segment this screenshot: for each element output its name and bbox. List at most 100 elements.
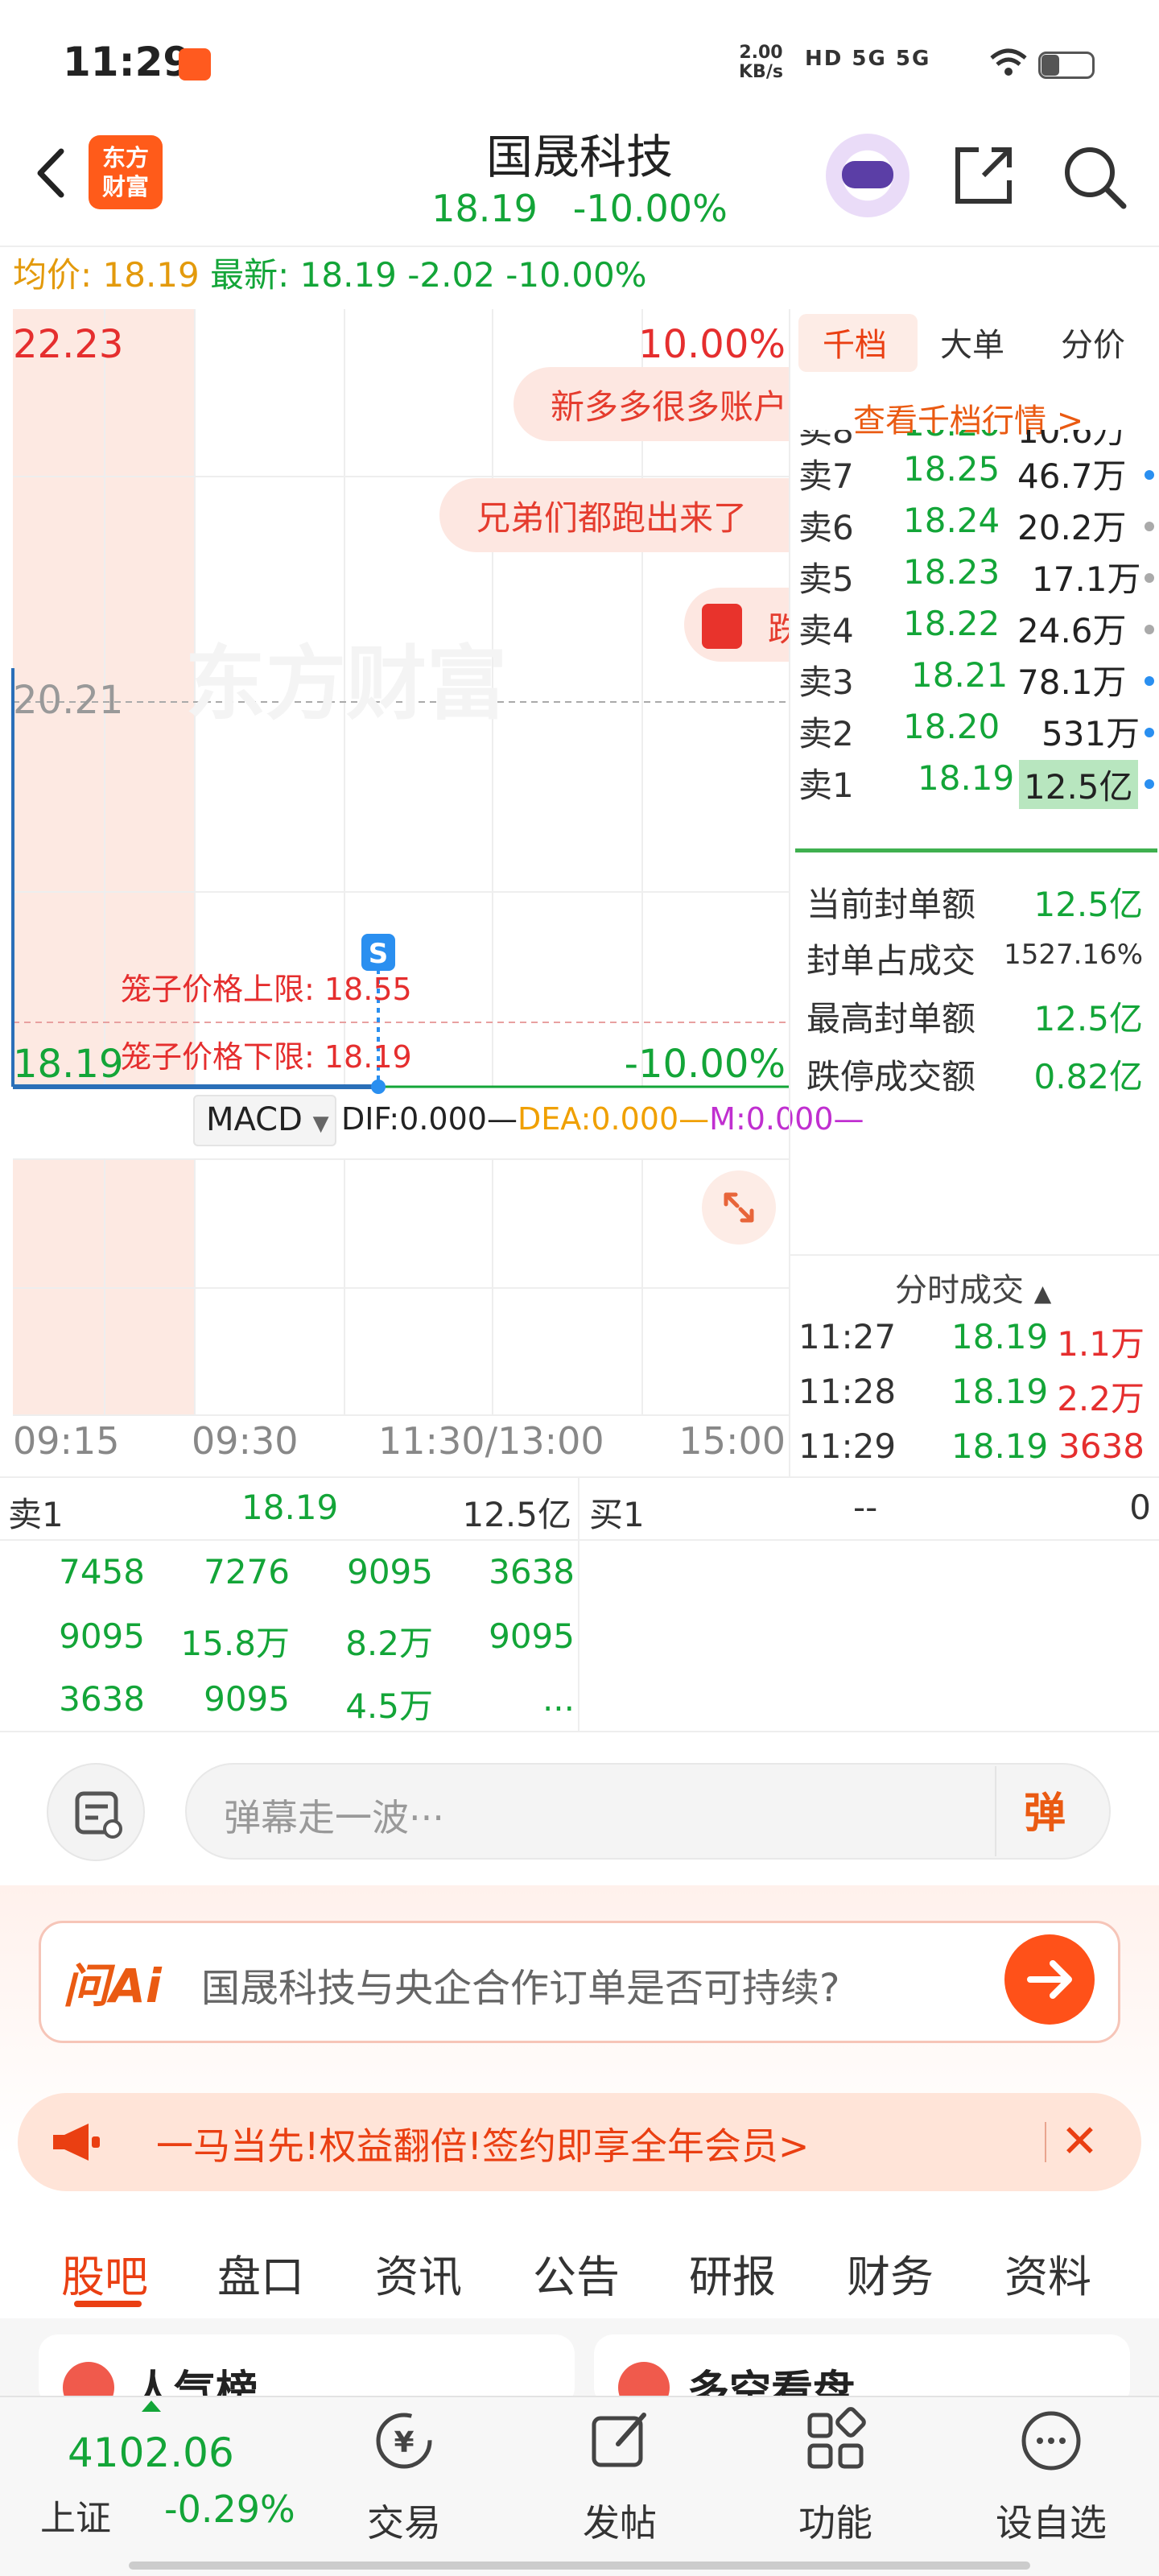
ask-price: 18.19 — [918, 758, 1015, 798]
tab-yanbao[interactable]: 研报 — [689, 2241, 776, 2305]
chevron-down-icon: ▼ — [312, 1112, 329, 1136]
tick-vol: 3638 — [1058, 1426, 1145, 1466]
cage-lower-label: 笼子价格下限: 18.19 — [121, 1039, 412, 1075]
danmu-toggle-icon[interactable]: 弹 — [1024, 1779, 1066, 1839]
bottom-nav — [0, 2396, 1159, 2576]
trade-col-divider — [578, 1478, 580, 1734]
close-icon[interactable]: ✕ — [1061, 2116, 1099, 2168]
trade-cell: 3638 — [59, 1679, 145, 1719]
stat-label: 跌停成交额 — [806, 1057, 976, 1096]
sell1-price: 18.19 — [241, 1488, 339, 1527]
post-icon[interactable] — [586, 2407, 654, 2475]
danmu-bubble: 兄弟们都跑出来了 — [439, 478, 789, 552]
tab-dadan[interactable]: 大单 — [940, 319, 1004, 365]
header-change-pct: -10.00% — [572, 187, 728, 230]
tick-time: 11:29 — [798, 1426, 897, 1466]
promo-separator — [1045, 2122, 1046, 2162]
tab-gonggao[interactable]: 公告 — [533, 2241, 620, 2305]
tab-qiandang[interactable]: 千档 — [823, 319, 887, 365]
trade-cell: 8.2万 — [345, 1624, 433, 1663]
ask-price: 18.24 — [903, 501, 1000, 540]
buy1-label: 买1 — [589, 1495, 645, 1534]
index-down-arrow-icon — [142, 2401, 161, 2412]
ask-dot — [1145, 625, 1154, 634]
ask-row-partial: 卖8 18.26 10.6万 — [790, 430, 1159, 449]
avg-value: 18.19 — [102, 255, 200, 295]
ticks-title[interactable]: 分时成交 ▲ — [895, 1264, 1051, 1311]
nav-function[interactable]: 功能 — [755, 2494, 916, 2547]
index-value[interactable]: 4102.06 — [68, 2429, 234, 2476]
ask-vol: 78.1万 — [1017, 663, 1127, 702]
trade-icon[interactable]: ¥ — [370, 2407, 438, 2475]
indicator-select[interactable]: MACD ▼ — [193, 1095, 336, 1146]
sell1-label: 卖1 — [8, 1495, 64, 1534]
trade-cell: 15.8万 — [180, 1624, 290, 1663]
robot-face-icon — [842, 161, 893, 188]
nav-trade[interactable]: 交易 — [324, 2494, 485, 2547]
ai-send-button[interactable] — [1004, 1934, 1095, 2025]
net-speed: 2.00 KB/s — [739, 43, 783, 82]
megaphone-icon — [53, 2124, 100, 2161]
expand-chart-button[interactable] — [702, 1170, 776, 1245]
ask-row[interactable]: 卖3 18.21 78.1万 — [798, 655, 1159, 707]
ask-row[interactable]: 卖5 18.23 17.1万 — [798, 552, 1159, 604]
x-tick-0930: 09:30 — [192, 1419, 299, 1460]
svg-text:¥: ¥ — [394, 2426, 414, 2459]
back-icon[interactable] — [29, 145, 77, 201]
watermark: 东方财富 — [185, 637, 507, 731]
ask-row[interactable]: 卖1 18.19 12.5亿 — [798, 758, 1159, 810]
tab-caiwu[interactable]: 财务 — [847, 2241, 934, 2305]
intraday-chart[interactable]: 22.23 10.00% 20.21 18.19 -10.00% 笼子价格上限:… — [0, 309, 864, 1460]
function-grid-icon[interactable] — [802, 2407, 869, 2475]
tab-guba[interactable]: 股吧 — [61, 2241, 148, 2305]
buy1-vol: 0 — [1129, 1488, 1151, 1527]
sort-up-icon: ▲ — [1033, 1280, 1052, 1307]
nav-add-watchlist[interactable]: 设自选 — [971, 2494, 1132, 2547]
ask-vol: 46.7万 — [1017, 456, 1127, 496]
index-change[interactable]: -0.29% — [164, 2487, 295, 2531]
ticks-divider — [790, 1254, 1159, 1256]
stat-label: 封单占成交 — [806, 941, 976, 980]
ask-label: 卖6 — [798, 508, 854, 547]
share-icon[interactable] — [951, 143, 1016, 208]
signal-icons: HD 5G 5G — [805, 47, 931, 71]
ask-row[interactable]: 卖7 18.25 46.7万 — [798, 449, 1159, 501]
stat-label: 最高封单额 — [806, 999, 976, 1038]
danmu-bubble: 新多多很多账户 — [514, 367, 789, 441]
ask-row[interactable]: 卖2 18.20 531万 — [798, 707, 1159, 758]
price-summary: 均价: 18.19 最新: 18.19 -2.02 -10.00% — [13, 251, 647, 299]
app-logo[interactable]: 东方 财富 — [89, 135, 163, 209]
indicator-select-label: MACD — [206, 1101, 303, 1138]
index-name[interactable]: 上证 — [40, 2489, 111, 2541]
stat-value: 0.82亿 — [1033, 1057, 1143, 1096]
ai-suggested-question[interactable]: 国晟科技与央企合作订单是否可持续? — [201, 1956, 839, 2013]
stock-price-line: 18.19 -10.00% — [402, 187, 757, 230]
note-settings-button[interactable] — [47, 1763, 145, 1861]
nav-post[interactable]: 发帖 — [539, 2494, 700, 2547]
stat-value: 12.5亿 — [1033, 885, 1143, 924]
ask-label: 卖7 — [798, 456, 854, 496]
latest-value: 18.19 — [299, 255, 397, 295]
ask-dot — [1145, 779, 1154, 789]
trade-cell: 9095 — [204, 1679, 290, 1719]
promo-text[interactable]: 一马当先!权益翻倍!签约即享全年会员> — [156, 2117, 809, 2170]
ask-row[interactable]: 卖4 18.22 24.6万 — [798, 604, 1159, 655]
wifi-icon — [990, 48, 1027, 76]
ask-row[interactable]: 卖6 18.24 20.2万 — [798, 501, 1159, 552]
tab-pankou[interactable]: 盘口 — [217, 2241, 304, 2305]
more-icon[interactable] — [1017, 2407, 1085, 2475]
tab-fenjia[interactable]: 分价 — [1061, 319, 1125, 365]
danmu-divider — [995, 1766, 996, 1856]
trade-more[interactable]: ... — [446, 1679, 575, 1719]
net-speed-value: 2.00 — [739, 43, 783, 63]
battery-level — [1041, 55, 1059, 76]
order-book-panel: 千档 大单 分价 查看千档行情 > 卖8 18.26 10.6万 卖7 18.2… — [789, 309, 1159, 1476]
ask-label: 卖2 — [798, 714, 854, 753]
search-icon[interactable] — [1061, 143, 1128, 211]
ask-price: 18.22 — [903, 604, 1000, 643]
tab-zixun[interactable]: 资讯 — [375, 2241, 462, 2305]
ask-dot — [1145, 470, 1154, 480]
tab-ziliao[interactable]: 资料 — [1004, 2241, 1091, 2305]
ask-vol: 10.6万 — [1017, 430, 1127, 449]
tick-vol: 2.2万 — [1057, 1379, 1145, 1418]
